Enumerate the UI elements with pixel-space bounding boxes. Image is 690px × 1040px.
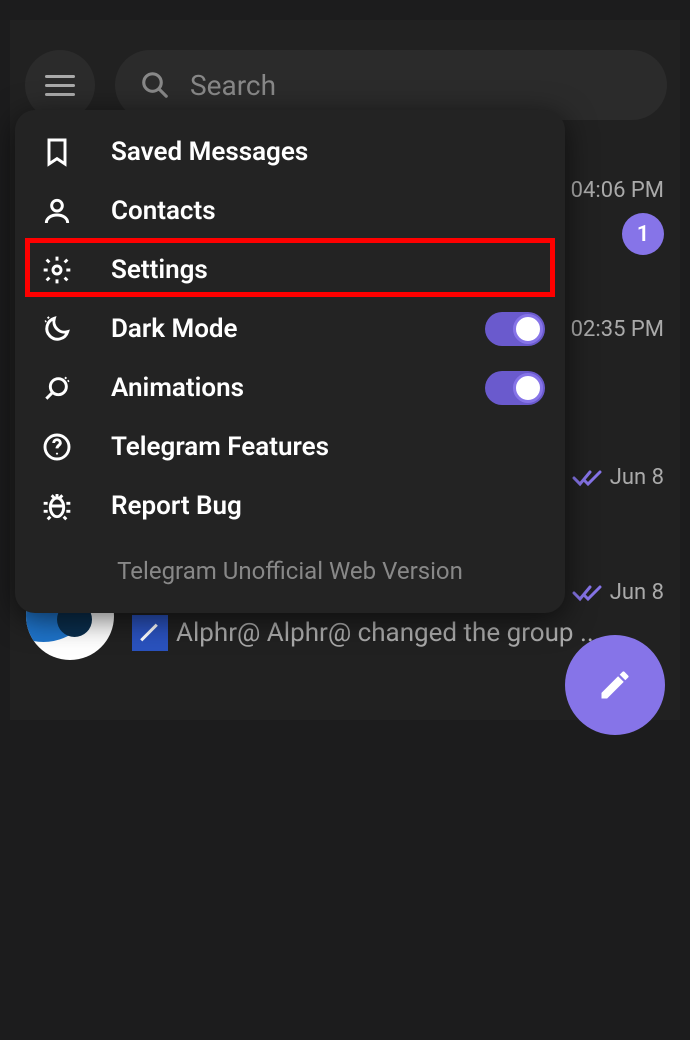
chat-time: 02:35 PM — [571, 317, 664, 342]
menu-item-dark-mode[interactable]: Dark Mode — [15, 299, 565, 358]
app-root: Search 04:06 PMi...102:35 PMuttons...Jun… — [0, 0, 690, 1040]
bug-icon — [41, 490, 111, 522]
chat-preview: Alphr@ Alphr@ changed the group ... — [132, 615, 601, 651]
menu-item-label: Animations — [111, 373, 244, 403]
menu-item-telegram-features[interactable]: Telegram Features — [15, 417, 565, 476]
person-icon — [41, 195, 111, 227]
menu-item-animations[interactable]: Animations — [15, 358, 565, 417]
help-circle-icon — [41, 431, 111, 463]
double-check-icon — [572, 468, 602, 488]
chat-time: 04:06 PM — [571, 178, 664, 203]
main-menu-popup: Saved Messages Contacts Settings Dark Mode A… — [15, 110, 565, 613]
toggle-switch[interactable] — [485, 312, 545, 346]
chat-time: Jun 8 — [572, 465, 664, 490]
compose-fab[interactable] — [565, 635, 665, 735]
chat-time: Jun 8 — [572, 580, 664, 605]
preview-image-icon — [132, 615, 168, 651]
double-check-icon — [572, 583, 602, 603]
menu-item-report-bug[interactable]: Report Bug — [15, 476, 565, 535]
gear-icon — [41, 254, 111, 286]
search-placeholder: Search — [190, 69, 276, 102]
magnifier-sparkle-icon — [41, 372, 111, 404]
menu-item-label: Saved Messages — [111, 137, 308, 167]
hamburger-icon — [45, 75, 75, 96]
menu-item-settings[interactable]: Settings — [15, 240, 565, 299]
menu-footer: Telegram Unofficial Web Version — [15, 535, 565, 595]
bookmark-icon — [41, 136, 111, 168]
menu-item-label: Dark Mode — [111, 314, 238, 344]
menu-item-saved-messages[interactable]: Saved Messages — [15, 122, 565, 181]
toggle-switch[interactable] — [485, 371, 545, 405]
search-icon — [140, 70, 170, 100]
menu-item-label: Contacts — [111, 196, 216, 226]
menu-item-label: Telegram Features — [111, 432, 329, 462]
moon-icon — [41, 313, 111, 345]
unread-badge: 1 — [622, 213, 664, 255]
menu-item-label: Report Bug — [111, 491, 242, 521]
pencil-icon — [597, 667, 633, 703]
menu-item-contacts[interactable]: Contacts — [15, 181, 565, 240]
menu-item-label: Settings — [111, 255, 208, 285]
